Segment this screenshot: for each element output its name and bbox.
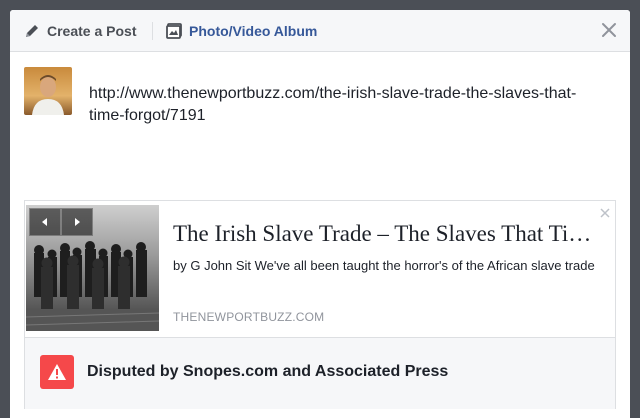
previous-image-button[interactable] xyxy=(29,208,61,236)
pencil-icon xyxy=(26,24,38,37)
image-nav xyxy=(29,208,93,236)
warning-badge xyxy=(40,355,74,389)
photo-album-icon xyxy=(166,22,182,39)
close-button[interactable] xyxy=(600,21,618,39)
dispute-notice: Disputed by Snopes.com and Associated Pr… xyxy=(25,337,615,409)
link-preview-card[interactable]: The Irish Slave Trade – The Slaves That … xyxy=(24,200,616,409)
close-icon xyxy=(602,23,616,37)
tab-create-post-label: Create a Post xyxy=(47,22,137,39)
create-post-dialog: Create a Post Photo/Video Album http://w… xyxy=(10,10,630,418)
profile-photo xyxy=(24,67,72,115)
tab-photo-video-album-label: Photo/Video Album xyxy=(189,22,318,39)
dialog-header: Create a Post Photo/Video Album xyxy=(10,10,630,52)
warning-icon xyxy=(48,364,66,380)
link-preview-title[interactable]: The Irish Slave Trade – The Slaves That … xyxy=(173,221,601,247)
chevron-left-icon xyxy=(42,218,47,226)
link-preview-description: by G John Sit We've all been taught the … xyxy=(173,258,595,273)
tab-create-post[interactable]: Create a Post xyxy=(24,10,136,51)
tab-divider xyxy=(152,22,153,40)
link-preview-image[interactable] xyxy=(26,205,159,331)
remove-preview-button[interactable] xyxy=(599,206,611,218)
link-preview-domain: THENEWPORTBUZZ.COM xyxy=(173,310,325,324)
next-image-button[interactable] xyxy=(61,208,93,236)
dispute-text: Disputed by Snopes.com and Associated Pr… xyxy=(87,363,449,380)
chevron-right-icon xyxy=(75,218,80,226)
avatar[interactable] xyxy=(24,67,72,115)
post-text-input[interactable]: http://www.thenewportbuzz.com/the-irish-… xyxy=(89,83,599,127)
close-icon xyxy=(600,208,610,218)
tab-photo-video-album[interactable]: Photo/Video Album xyxy=(166,10,317,51)
